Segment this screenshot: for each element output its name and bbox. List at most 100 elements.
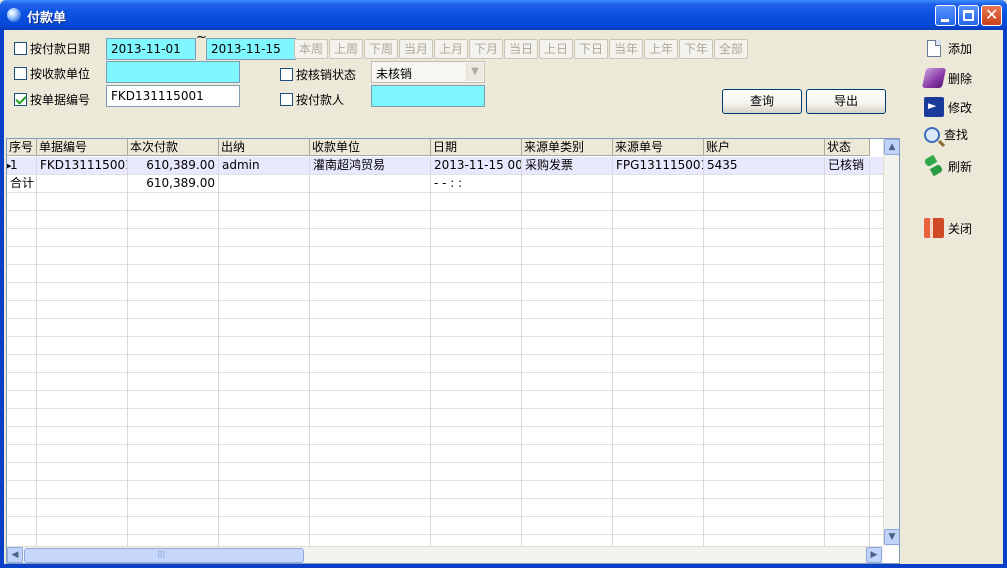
table-row[interactable] xyxy=(7,247,883,265)
checkbox[interactable] xyxy=(14,67,27,80)
table-cell[interactable] xyxy=(825,319,870,337)
table-cell[interactable]: - - : : xyxy=(431,175,522,193)
table-cell[interactable] xyxy=(522,319,613,337)
table-cell[interactable] xyxy=(219,193,310,211)
table-cell[interactable] xyxy=(37,193,128,211)
table-cell[interactable]: FKD131115001 xyxy=(37,157,128,175)
checkbox[interactable] xyxy=(14,42,27,55)
table-cell[interactable] xyxy=(310,517,431,535)
table-cell[interactable] xyxy=(7,355,37,373)
table-cell[interactable] xyxy=(37,229,128,247)
table-cell[interactable] xyxy=(37,481,128,499)
table-cell[interactable] xyxy=(7,301,37,319)
date-from-field[interactable]: 2013-11-01 xyxy=(106,38,196,60)
table-cell[interactable] xyxy=(613,517,704,535)
vertical-scrollbar[interactable]: ▲ ▼ xyxy=(883,139,899,546)
table-cell[interactable] xyxy=(7,229,37,247)
table-cell[interactable] xyxy=(522,211,613,229)
table-cell[interactable] xyxy=(37,265,128,283)
table-cell[interactable] xyxy=(128,481,219,499)
table-row[interactable] xyxy=(7,517,883,535)
table-cell[interactable] xyxy=(704,355,825,373)
table-cell[interactable] xyxy=(37,535,128,546)
table-cell[interactable] xyxy=(613,301,704,319)
table-cell[interactable] xyxy=(522,175,613,193)
checkbox[interactable] xyxy=(280,93,293,106)
table-cell[interactable] xyxy=(37,445,128,463)
table-row[interactable] xyxy=(7,193,883,211)
table-cell[interactable] xyxy=(613,427,704,445)
table-row[interactable] xyxy=(7,499,883,517)
table-cell[interactable] xyxy=(7,247,37,265)
table-cell[interactable] xyxy=(825,283,870,301)
column-header[interactable]: 本次付款 xyxy=(128,139,219,156)
table-cell[interactable] xyxy=(128,463,219,481)
table-cell[interactable] xyxy=(128,517,219,535)
table-cell[interactable] xyxy=(431,499,522,517)
table-cell[interactable] xyxy=(431,373,522,391)
table-cell[interactable] xyxy=(219,391,310,409)
column-header[interactable]: 账户 xyxy=(704,139,825,156)
table-cell[interactable] xyxy=(431,193,522,211)
table-cell[interactable] xyxy=(704,247,825,265)
scroll-right-icon[interactable]: ▶ xyxy=(866,547,882,563)
refresh-button[interactable]: 刷新 xyxy=(924,156,972,176)
table-cell[interactable] xyxy=(522,355,613,373)
table-cell[interactable] xyxy=(310,193,431,211)
table-cell[interactable] xyxy=(522,193,613,211)
close-button[interactable]: 关闭 xyxy=(924,218,972,238)
table-cell[interactable] xyxy=(431,337,522,355)
table-cell[interactable] xyxy=(310,265,431,283)
table-cell[interactable]: 5435 xyxy=(704,157,825,175)
table-cell[interactable] xyxy=(613,445,704,463)
column-header[interactable]: 来源单号 xyxy=(613,139,704,156)
table-cell[interactable] xyxy=(128,355,219,373)
table-cell[interactable] xyxy=(522,535,613,546)
table-cell[interactable] xyxy=(128,337,219,355)
table-cell[interactable] xyxy=(310,211,431,229)
table-cell[interactable] xyxy=(825,301,870,319)
table-cell[interactable] xyxy=(310,445,431,463)
table-cell[interactable] xyxy=(522,427,613,445)
table-cell[interactable] xyxy=(37,409,128,427)
table-cell[interactable] xyxy=(431,391,522,409)
table-cell[interactable] xyxy=(613,175,704,193)
edit-button[interactable]: 修改 xyxy=(924,97,972,117)
column-header[interactable]: 单据编号 xyxy=(37,139,128,156)
payer-field[interactable] xyxy=(371,85,485,107)
table-cell[interactable]: admin xyxy=(219,157,310,175)
table-row[interactable] xyxy=(7,319,883,337)
table-cell[interactable] xyxy=(37,211,128,229)
quick-date-button[interactable]: 下日 xyxy=(574,39,608,59)
table-cell[interactable]: FPG131115001 xyxy=(613,157,704,175)
table-cell[interactable] xyxy=(431,463,522,481)
quick-date-button[interactable]: 当月 xyxy=(399,39,433,59)
table-cell[interactable] xyxy=(613,337,704,355)
verify-status-select[interactable]: 未核销 ▼ xyxy=(371,61,485,83)
table-cell[interactable] xyxy=(613,499,704,517)
table-cell[interactable] xyxy=(704,283,825,301)
column-header[interactable]: 序号 xyxy=(7,139,37,156)
table-cell[interactable] xyxy=(310,283,431,301)
table-cell[interactable] xyxy=(613,409,704,427)
table-cell[interactable] xyxy=(128,427,219,445)
table-cell[interactable] xyxy=(128,445,219,463)
table-cell[interactable] xyxy=(219,265,310,283)
table-row[interactable] xyxy=(7,211,883,229)
table-row[interactable] xyxy=(7,445,883,463)
table-cell[interactable] xyxy=(37,427,128,445)
table-cell[interactable] xyxy=(704,517,825,535)
table-cell[interactable] xyxy=(219,229,310,247)
close-window-button[interactable]: ✕ xyxy=(981,5,1002,26)
table-cell[interactable] xyxy=(219,283,310,301)
table-cell[interactable] xyxy=(128,283,219,301)
table-cell[interactable] xyxy=(704,481,825,499)
table-cell[interactable] xyxy=(431,211,522,229)
delete-button[interactable]: 删除 xyxy=(921,68,972,88)
table-cell[interactable] xyxy=(310,319,431,337)
table-cell[interactable] xyxy=(219,481,310,499)
table-cell[interactable] xyxy=(219,301,310,319)
table-cell[interactable] xyxy=(128,499,219,517)
table-cell[interactable] xyxy=(128,265,219,283)
table-cell[interactable] xyxy=(613,211,704,229)
